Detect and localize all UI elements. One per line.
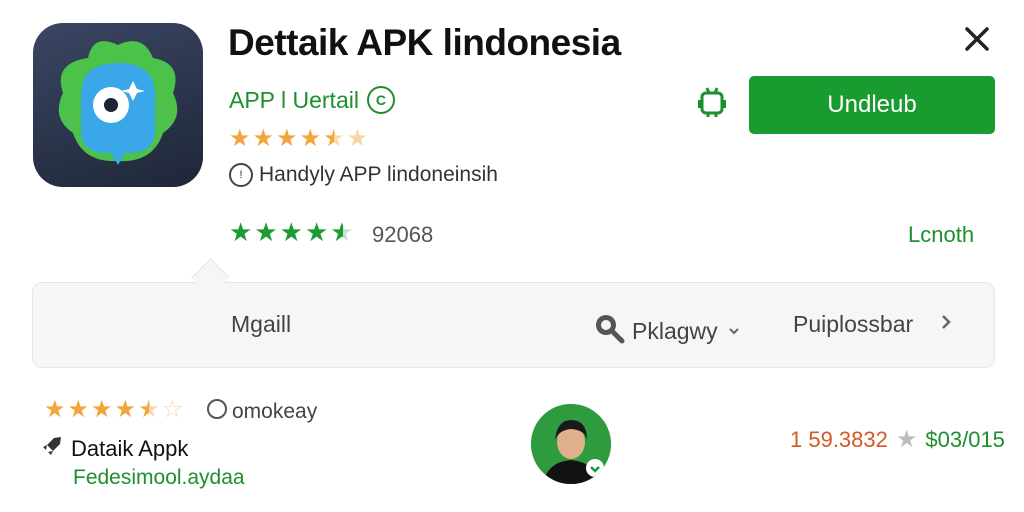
- nav-label: Puiplossbar: [793, 311, 914, 337]
- star-icon: ★: [346, 125, 369, 152]
- info-icon: [206, 398, 228, 426]
- star-icon: ★: [304, 217, 329, 247]
- bottom-title-row[interactable]: Dataik Appk: [41, 435, 188, 463]
- page-title: Dettaik APK lindonesia: [228, 22, 621, 63]
- star-icon: ☆: [161, 396, 184, 423]
- nav-puiplossbar[interactable]: Puiplossbar: [793, 311, 953, 338]
- bottom-title: Dataik Appk: [71, 436, 189, 461]
- star-icon: ★: [279, 217, 303, 247]
- search-dropdown[interactable]: Pklagwy: [592, 311, 744, 351]
- star-icon: ★: [895, 426, 918, 453]
- meta-text: omokeay: [232, 400, 318, 423]
- android-robot-icon[interactable]: [697, 86, 727, 118]
- bottom-subtitle: Fedesimool.aydaa: [73, 466, 245, 489]
- install-button[interactable]: Undleub: [749, 76, 995, 134]
- star-icon: ★: [138, 396, 160, 423]
- rocket-icon: [41, 435, 63, 463]
- bottom-star-rating: ★ ★ ★ ★ ★ ☆: [44, 398, 183, 422]
- chevron-down-icon: [724, 318, 744, 345]
- search-dropdown-label: Pklagwy: [632, 317, 718, 344]
- length-link[interactable]: Lcnoth: [908, 222, 974, 248]
- tagline-text: Handyly APP lindoneinsih: [259, 163, 498, 186]
- star-icon: ★: [44, 396, 66, 423]
- tagline: ! Handyly APP lindoneinsih: [229, 163, 498, 187]
- copyright-icon: C: [366, 86, 395, 114]
- close-icon[interactable]: [960, 22, 994, 56]
- price-secondary: $03/015: [925, 426, 1005, 452]
- app-icon: [33, 23, 203, 187]
- avatar[interactable]: [531, 404, 611, 484]
- star-icon: ★: [67, 396, 90, 423]
- developer-link[interactable]: APP l Uertail C: [229, 86, 395, 114]
- green-star-rating: ★ ★ ★ ★ ★: [229, 217, 354, 247]
- star-icon: ★: [91, 396, 113, 423]
- developer-name: APP l Uertail: [229, 86, 359, 113]
- price-primary: 1 59.3832: [790, 426, 888, 452]
- top-star-rating: ★ ★ ★ ★ ★ ★: [229, 127, 368, 151]
- price-group: 1 59.3832 ★ $03/015: [790, 425, 1005, 454]
- info-icon: !: [229, 163, 253, 187]
- star-icon: ★: [276, 125, 298, 152]
- star-icon: ★: [323, 125, 345, 152]
- star-icon: ★: [114, 396, 137, 423]
- star-icon: ★: [229, 217, 253, 247]
- star-icon: ★: [254, 217, 278, 247]
- tab-mgaill[interactable]: Mgaill: [231, 311, 291, 338]
- star-icon: ★: [252, 125, 275, 152]
- star-icon: ★: [299, 125, 322, 152]
- star-icon: ★: [229, 125, 251, 152]
- rating-count: 92068: [372, 222, 434, 247]
- chevron-right-icon: [939, 311, 953, 338]
- search-icon: [592, 311, 626, 351]
- star-icon: ★: [330, 217, 354, 247]
- bottom-meta: omokeay: [206, 398, 317, 426]
